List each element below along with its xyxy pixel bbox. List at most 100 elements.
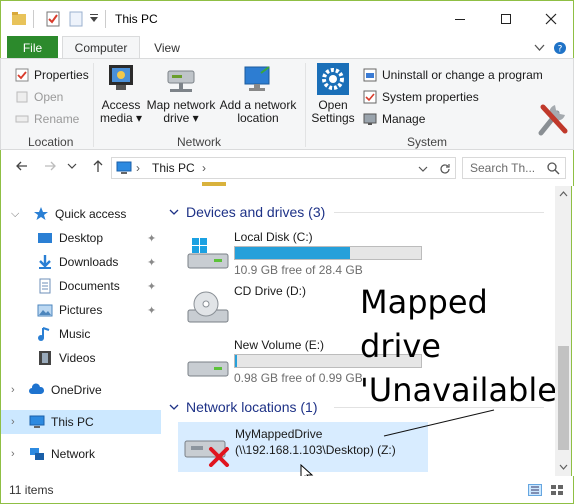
chevron-right-icon[interactable]: › <box>11 384 15 396</box>
uninstall-program-label: Uninstall or change a program <box>382 68 543 82</box>
forward-button[interactable] <box>43 159 57 176</box>
properties-icon <box>15 68 29 82</box>
system-properties-button[interactable]: System properties <box>363 87 479 107</box>
network-icon <box>30 448 44 460</box>
up-button[interactable] <box>91 159 105 176</box>
tab-view[interactable]: View <box>144 36 190 59</box>
qa-separator <box>33 10 34 28</box>
nav-item-quick-access[interactable]: ⌵ Quick access <box>1 202 161 226</box>
scroll-up-icon[interactable] <box>559 190 568 197</box>
recent-locations-button[interactable] <box>67 159 77 176</box>
breadcrumb-this-pc[interactable]: This PC <box>152 161 195 175</box>
minimize-button[interactable] <box>437 1 483 37</box>
rename-label: Rename <box>34 112 80 126</box>
item-count: 11 items <box>9 483 54 497</box>
computer-icon <box>29 415 45 428</box>
breadcrumb-separator[interactable]: › <box>136 161 140 175</box>
scrollbar-thumb[interactable] <box>558 346 569 450</box>
chevron-down-icon[interactable] <box>418 164 428 174</box>
search-icon <box>547 162 560 175</box>
manage-icon <box>363 113 377 125</box>
open-button[interactable]: Open <box>15 87 63 107</box>
chevron-down-icon[interactable]: ⌵ <box>11 208 19 221</box>
nav-label-desktop: Desktop <box>59 231 104 245</box>
annotation-line: 'Unavailable' <box>360 371 566 409</box>
nav-item-videos[interactable]: Videos <box>1 346 161 370</box>
system-properties-label: System properties <box>382 90 479 104</box>
devices-and-drives-header[interactable]: Devices and drives (3) <box>168 202 544 222</box>
help-icon[interactable]: ? <box>553 41 567 55</box>
network-group-label: Network <box>177 135 222 149</box>
drive-usage-bar <box>234 246 422 260</box>
add-network-location-button[interactable]: Add a network location <box>219 63 297 125</box>
new-folder-icon[interactable] <box>69 10 83 28</box>
pin-icon[interactable]: ✦ <box>147 232 156 245</box>
group-divider <box>334 212 544 213</box>
nav-label-pictures: Pictures <box>59 303 103 317</box>
folder-icon[interactable] <box>11 10 27 28</box>
nav-item-this-pc[interactable]: › This PC <box>1 410 161 434</box>
search-input[interactable]: Search Th... <box>462 157 566 179</box>
status-bar: 11 items <box>0 476 574 504</box>
breadcrumb-separator[interactable]: › <box>202 161 206 175</box>
nav-label-documents: Documents <box>59 279 120 293</box>
nav-item-onedrive[interactable]: › OneDrive <box>1 378 161 402</box>
drive-free-space: 10.9 GB free of 28.4 GB <box>234 263 363 277</box>
chevron-right-icon[interactable]: › <box>11 448 15 460</box>
tab-computer[interactable]: Computer <box>62 36 140 59</box>
close-button[interactable] <box>528 1 574 37</box>
back-button[interactable] <box>15 159 29 176</box>
rename-button[interactable]: Rename <box>15 109 79 129</box>
chevron-down-icon[interactable] <box>534 42 545 53</box>
nav-item-music[interactable]: Music <box>1 322 161 346</box>
partial-item-remnant <box>202 182 226 186</box>
map-network-drive-button[interactable]: Map network drive ▾ <box>145 63 217 125</box>
maximize-button[interactable] <box>483 1 529 37</box>
star-icon <box>34 207 48 220</box>
nav-item-downloads[interactable]: Downloads ✦ <box>1 250 161 274</box>
network-drive-icon <box>167 70 195 92</box>
forward-arrow-icon <box>45 161 56 171</box>
tiles-view-icon[interactable] <box>550 484 564 496</box>
customize-chevron-icon[interactable] <box>89 10 99 28</box>
annotation-line: drive <box>360 327 441 365</box>
drive-free-space: 0.98 GB free of 0.99 GB <box>234 371 363 385</box>
properties-button[interactable]: Properties <box>15 65 89 85</box>
uninstall-program-button[interactable]: Uninstall or change a program <box>363 65 543 85</box>
details-view-icon[interactable] <box>528 484 542 496</box>
address-bar[interactable]: › This PC › <box>111 157 456 179</box>
nav-item-documents[interactable]: Documents ✦ <box>1 274 161 298</box>
tab-file[interactable]: File <box>7 36 58 59</box>
nav-label-onedrive: OneDrive <box>51 383 102 397</box>
drive-item[interactable]: Local Disk (C:) 10.9 GB free of 28.4 GB <box>176 228 446 278</box>
chevron-right-icon[interactable]: › <box>11 416 15 428</box>
drive-usage-fill <box>235 247 350 259</box>
nav-item-network[interactable]: › Network <box>1 442 161 466</box>
window-title: This PC <box>115 12 158 26</box>
vertical-scrollbar[interactable] <box>555 186 572 476</box>
pin-icon[interactable]: ✦ <box>147 256 156 269</box>
network-locations-header[interactable]: Network locations (1) <box>168 397 544 417</box>
nav-item-desktop[interactable]: Desktop ✦ <box>1 226 161 250</box>
open-settings-button[interactable]: Open Settings <box>309 63 357 125</box>
drive-name: CD Drive (D:) <box>234 284 306 298</box>
access-media-button[interactable]: Access media ▾ <box>99 63 143 125</box>
properties-icon[interactable] <box>45 10 61 28</box>
scroll-down-icon[interactable] <box>559 464 568 471</box>
manage-button[interactable]: Manage <box>363 109 425 129</box>
annotation-text: Mapped drive 'Unavailable' <box>360 280 566 412</box>
svg-text:?: ? <box>558 45 563 55</box>
hard-drive-icon <box>187 361 229 377</box>
search-placeholder: Search Th... <box>470 161 536 175</box>
add-network-location-icon <box>244 66 270 91</box>
music-note-icon <box>38 327 50 341</box>
refresh-icon[interactable] <box>438 162 452 176</box>
access-media-label: Access media <box>99 98 141 125</box>
system-properties-icon <box>363 90 377 104</box>
pin-icon[interactable]: ✦ <box>147 280 156 293</box>
pin-icon[interactable]: ✦ <box>147 304 156 317</box>
drive-name: Local Disk (C:) <box>234 230 313 244</box>
desktop-icon <box>38 233 52 243</box>
mapped-drive-path: (\\192.168.1.103\Desktop) (Z:) <box>235 443 396 457</box>
nav-item-pictures[interactable]: Pictures ✦ <box>1 298 161 322</box>
